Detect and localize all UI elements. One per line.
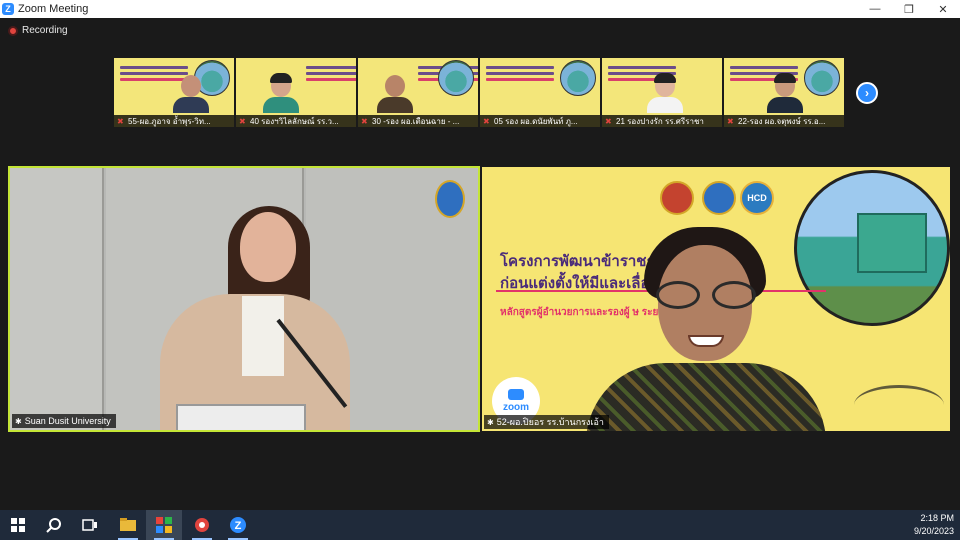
thumbnail-name-bar: ✖ 55-ผอ.ภูอาจ อ้ำพุร-วิท... <box>114 115 234 127</box>
chevron-right-icon: › <box>865 86 869 100</box>
minimize-button[interactable]: — <box>858 0 892 18</box>
ministry-logo-icon <box>660 181 694 215</box>
record-icon <box>195 518 209 532</box>
hcd-logo-text: HCD <box>747 193 767 203</box>
video-tile-presenter-slide[interactable]: HCD โครงการพัฒนาข้าราชก รทางการศึกษา ก่อ… <box>482 167 950 431</box>
recording-dot-icon <box>8 25 18 36</box>
muted-mic-icon: ✖ <box>239 116 246 126</box>
tile-name-bar: ✱ 52-ผอ.ปิยอร รร.บ้านกรงเอ้า <box>484 415 609 429</box>
university-seal-icon <box>435 180 465 218</box>
task-view-button[interactable] <box>72 510 108 540</box>
university-seal-icon <box>702 181 736 215</box>
tile-participant-name: 52-ผอ.ปิยอร รร.บ้านกรงเอ้า <box>496 417 604 427</box>
building-photo-graphic <box>560 60 596 96</box>
clock-date: 9/20/2023 <box>913 526 954 536</box>
glasses <box>656 281 756 309</box>
thumbnail-name-bar: ✖ 05 รอง ผอ.ดนัยพันท์ ภู... <box>480 115 600 127</box>
building-photo-graphic <box>438 60 474 96</box>
participant-name: 55-ผอ.ภูอาจ อ้ำพุร-วิท... <box>128 116 211 126</box>
restore-button[interactable]: ❐ <box>892 0 926 18</box>
participant-thumbnail[interactable]: ✖ 21 รองปางรัก รร.ศรีราชา <box>602 58 722 127</box>
participant-video <box>647 73 683 115</box>
participant-name: 40 รองฯวิไลลักษณ์ รร.ว... <box>250 116 339 126</box>
pin-icon: ✱ <box>15 416 22 426</box>
zoom-camera-icon <box>508 389 524 400</box>
participant-thumbnail[interactable]: ✖ 22-รอง ผอ.จตุพงษ์ รร.อ... <box>724 58 844 127</box>
file-explorer-button[interactable] <box>110 510 146 540</box>
clock-time: 2:18 PM <box>920 513 954 523</box>
tablet-device <box>176 404 306 430</box>
svg-text:Z: Z <box>235 520 242 532</box>
task-view-icon <box>82 519 97 531</box>
building-photo-graphic <box>794 170 950 326</box>
thumbnail-name-bar: ✖ 40 รองฯวิไลลักษณ์ รร.ว... <box>236 115 356 127</box>
zoom-badge-text: zoom <box>502 402 530 413</box>
muted-mic-icon: ✖ <box>605 116 612 126</box>
participant-thumbnail[interactable]: ✖ 40 รองฯวิไลลักษณ์ รร.ว... <box>236 58 356 127</box>
next-page-button[interactable]: › <box>856 82 878 104</box>
participant-name: 22-รอง ผอ.จตุพงษ์ รร.อ... <box>738 116 826 126</box>
zoom-app-icon: Z <box>2 3 14 15</box>
tile-participant-name: Suan Dusit University <box>24 416 111 426</box>
wall-panel <box>10 168 104 430</box>
slide-text-graphic <box>306 66 356 84</box>
app-button[interactable] <box>146 510 182 540</box>
system-clock[interactable]: 2:18 PM 9/20/2023 <box>914 512 954 538</box>
app-grid-icon <box>156 517 172 533</box>
search-icon <box>46 518 61 533</box>
participant-name: 05 รอง ผอ.ดนัยพันท์ ภู... <box>494 116 578 126</box>
window-title: Zoom Meeting <box>18 3 89 15</box>
participant-body <box>586 363 826 431</box>
decorative-curls <box>854 385 944 425</box>
participant-thumbnail[interactable]: ✖ 55-ผอ.ภูอาจ อ้ำพุร-วิท... <box>114 58 234 127</box>
participant-video <box>263 73 299 115</box>
thumbnail-name-bar: ✖ 21 รองปางรัก รร.ศรีราชา <box>602 115 722 127</box>
recorder-app-button[interactable] <box>184 510 220 540</box>
participant-video <box>377 75 413 115</box>
title-bar[interactable]: Z Zoom Meeting — ❐ ✕ <box>0 0 960 18</box>
slide-text-graphic <box>486 66 554 84</box>
presenter-shirt <box>242 296 284 376</box>
participant-video <box>173 75 209 115</box>
participant-thumbnail[interactable]: ✖ 05 รอง ผอ.ดนัยพันท์ ภู... <box>480 58 600 127</box>
search-button[interactable] <box>36 510 72 540</box>
thumbnail-name-bar: ✖ 22-รอง ผอ.จตุพงษ์ รร.อ... <box>724 115 844 127</box>
participant-video <box>767 73 803 115</box>
zoom-taskbar-button[interactable]: Z <box>220 510 256 540</box>
participant-name: 21 รองปางรัก รร.ศรีราชา <box>616 116 704 126</box>
recording-indicator[interactable]: Recording <box>8 25 68 36</box>
windows-logo-icon <box>11 518 25 532</box>
zoom-window: Z Zoom Meeting — ❐ ✕ Recording ✖ 55-ผอ.ภ… <box>0 0 960 510</box>
recording-label: Recording <box>22 25 68 36</box>
folder-icon <box>120 518 136 531</box>
close-button[interactable]: ✕ <box>926 0 960 18</box>
muted-mic-icon: ✖ <box>727 116 734 126</box>
muted-mic-icon: ✖ <box>483 116 490 126</box>
presenter-face <box>240 212 296 282</box>
video-tile-speaker[interactable]: ✱ Suan Dusit University <box>8 166 480 432</box>
muted-mic-icon: ✖ <box>117 116 124 126</box>
pin-icon: ✱ <box>487 417 494 427</box>
muted-mic-icon: ✖ <box>361 116 368 126</box>
tile-name-bar: ✱ Suan Dusit University <box>12 414 116 428</box>
zoom-icon: Z <box>230 517 246 533</box>
thumbnail-name-bar: ✖ 30 -รอง ผอ.เตือนฉาย - ... <box>358 115 478 127</box>
building-photo-graphic <box>804 60 840 96</box>
participant-thumbnail[interactable]: ✖ 30 -รอง ผอ.เตือนฉาย - ... <box>358 58 478 127</box>
participant-name: 30 -รอง ผอ.เตือนฉาย - ... <box>372 116 460 126</box>
hcd-logo-icon: HCD <box>740 181 774 215</box>
start-button[interactable] <box>0 510 36 540</box>
windows-taskbar: Z 2:18 PM 9/20/2023 <box>0 510 960 540</box>
